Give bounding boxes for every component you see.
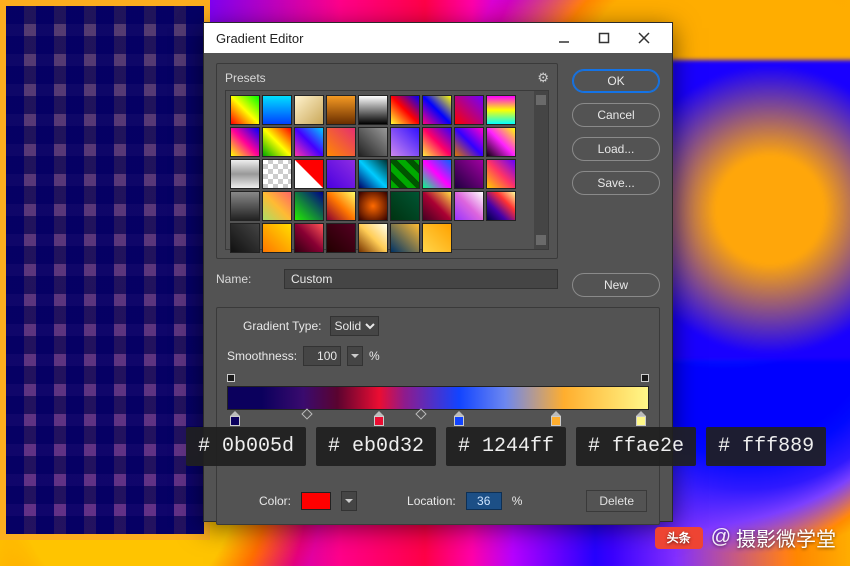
- opacity-stop-left[interactable]: [227, 374, 235, 382]
- preset-swatch[interactable]: [390, 159, 420, 189]
- new-button[interactable]: New: [572, 273, 660, 297]
- hex-callout: # fff889: [706, 427, 826, 466]
- smoothness-label: Smoothness:: [227, 349, 297, 363]
- preset-swatch[interactable]: [454, 191, 484, 221]
- preset-swatch[interactable]: [390, 223, 420, 253]
- preset-swatch[interactable]: [422, 95, 452, 125]
- preset-swatch[interactable]: [294, 95, 324, 125]
- gradient-bar[interactable]: [227, 386, 649, 410]
- preset-swatch[interactable]: [390, 95, 420, 125]
- preset-swatch[interactable]: [230, 127, 260, 157]
- location-label: Location:: [407, 494, 456, 508]
- preset-swatch[interactable]: [358, 159, 388, 189]
- preset-swatch[interactable]: [294, 127, 324, 157]
- preset-swatch[interactable]: [230, 95, 260, 125]
- preset-swatch[interactable]: [230, 223, 260, 253]
- preset-swatch[interactable]: [294, 223, 324, 253]
- window-title: Gradient Editor: [216, 31, 544, 46]
- color-dropdown[interactable]: [341, 491, 357, 511]
- watermark-name: 摄影微学堂: [736, 523, 836, 552]
- gradient-type-select[interactable]: Solid: [330, 316, 379, 336]
- load-button[interactable]: Load...: [572, 137, 660, 161]
- preset-swatch[interactable]: [326, 223, 356, 253]
- color-stop[interactable]: [636, 414, 646, 426]
- percent-label-1: %: [369, 349, 380, 363]
- preset-swatch[interactable]: [326, 191, 356, 221]
- hex-callouts: # 0b005d # eb0d32 # 1244ff # ffae2e # fff889: [186, 427, 826, 466]
- preset-swatch[interactable]: [358, 223, 388, 253]
- minimize-button[interactable]: [544, 27, 584, 49]
- hex-callout: # 0b005d: [186, 427, 306, 466]
- preset-swatch[interactable]: [454, 127, 484, 157]
- watermark-badge: 头条: [655, 527, 703, 549]
- color-stop[interactable]: [551, 414, 561, 426]
- hex-callout: # ffae2e: [576, 427, 696, 466]
- color-label: Color:: [259, 494, 291, 508]
- smoothness-dropdown[interactable]: [347, 346, 363, 366]
- preset-swatch[interactable]: [454, 95, 484, 125]
- preset-swatch[interactable]: [326, 127, 356, 157]
- preset-swatch[interactable]: [326, 159, 356, 189]
- delete-button[interactable]: Delete: [586, 490, 647, 512]
- preset-swatch[interactable]: [422, 159, 452, 189]
- preset-swatch[interactable]: [486, 159, 516, 189]
- cancel-button[interactable]: Cancel: [572, 103, 660, 127]
- preset-swatch[interactable]: [390, 127, 420, 157]
- midpoint-diamond[interactable]: [302, 408, 313, 419]
- color-stop[interactable]: [374, 414, 384, 426]
- save-button[interactable]: Save...: [572, 171, 660, 195]
- preset-swatch[interactable]: [262, 127, 292, 157]
- preset-swatch[interactable]: [422, 127, 452, 157]
- preset-swatch[interactable]: [230, 159, 260, 189]
- watermark: 头条 @ 摄影微学堂: [655, 523, 836, 552]
- preset-swatch[interactable]: [326, 95, 356, 125]
- presets-label: Presets: [225, 71, 537, 85]
- preset-swatch[interactable]: [262, 191, 292, 221]
- presets-grid: [226, 91, 534, 249]
- ok-button[interactable]: OK: [572, 69, 660, 93]
- preset-swatch[interactable]: [422, 223, 452, 253]
- name-input[interactable]: [284, 269, 558, 289]
- midpoint-diamond[interactable]: [415, 408, 426, 419]
- hex-callout: # 1244ff: [446, 427, 566, 466]
- preset-swatch[interactable]: [294, 159, 324, 189]
- preset-swatch[interactable]: [294, 191, 324, 221]
- watermark-at: @: [711, 526, 731, 549]
- gradient-type-label: Gradient Type:: [243, 319, 322, 333]
- titlebar: Gradient Editor: [204, 23, 672, 53]
- color-stop[interactable]: [230, 414, 240, 426]
- smoothness-input[interactable]: [303, 346, 341, 366]
- close-button[interactable]: [624, 27, 664, 49]
- maximize-button[interactable]: [584, 27, 624, 49]
- preset-swatch[interactable]: [358, 95, 388, 125]
- color-swatch[interactable]: [301, 492, 331, 510]
- presets-scrollbox: [225, 90, 549, 250]
- presets-scrollbar[interactable]: [534, 91, 548, 249]
- preset-swatch[interactable]: [486, 95, 516, 125]
- preset-swatch[interactable]: [262, 95, 292, 125]
- location-input[interactable]: 36: [466, 492, 502, 510]
- hex-callout: # eb0d32: [316, 427, 436, 466]
- gear-icon[interactable]: ⚙︎: [537, 70, 549, 86]
- preset-swatch[interactable]: [390, 191, 420, 221]
- preset-swatch[interactable]: [262, 223, 292, 253]
- opacity-stop-right[interactable]: [641, 374, 649, 382]
- gradient-settings-panel: Gradient Type: Solid Smoothness: %: [216, 307, 660, 525]
- preset-swatch[interactable]: [262, 159, 292, 189]
- preset-swatch[interactable]: [422, 191, 452, 221]
- preset-swatch[interactable]: [486, 191, 516, 221]
- preset-swatch[interactable]: [230, 191, 260, 221]
- name-label: Name:: [216, 272, 276, 286]
- preset-swatch[interactable]: [454, 159, 484, 189]
- gradient-ramp[interactable]: [227, 374, 649, 432]
- percent-label-2: %: [512, 494, 523, 508]
- presets-panel: Presets ⚙︎: [216, 63, 558, 259]
- preset-swatch[interactable]: [358, 127, 388, 157]
- preset-swatch[interactable]: [486, 127, 516, 157]
- color-stop[interactable]: [454, 414, 464, 426]
- preset-swatch[interactable]: [358, 191, 388, 221]
